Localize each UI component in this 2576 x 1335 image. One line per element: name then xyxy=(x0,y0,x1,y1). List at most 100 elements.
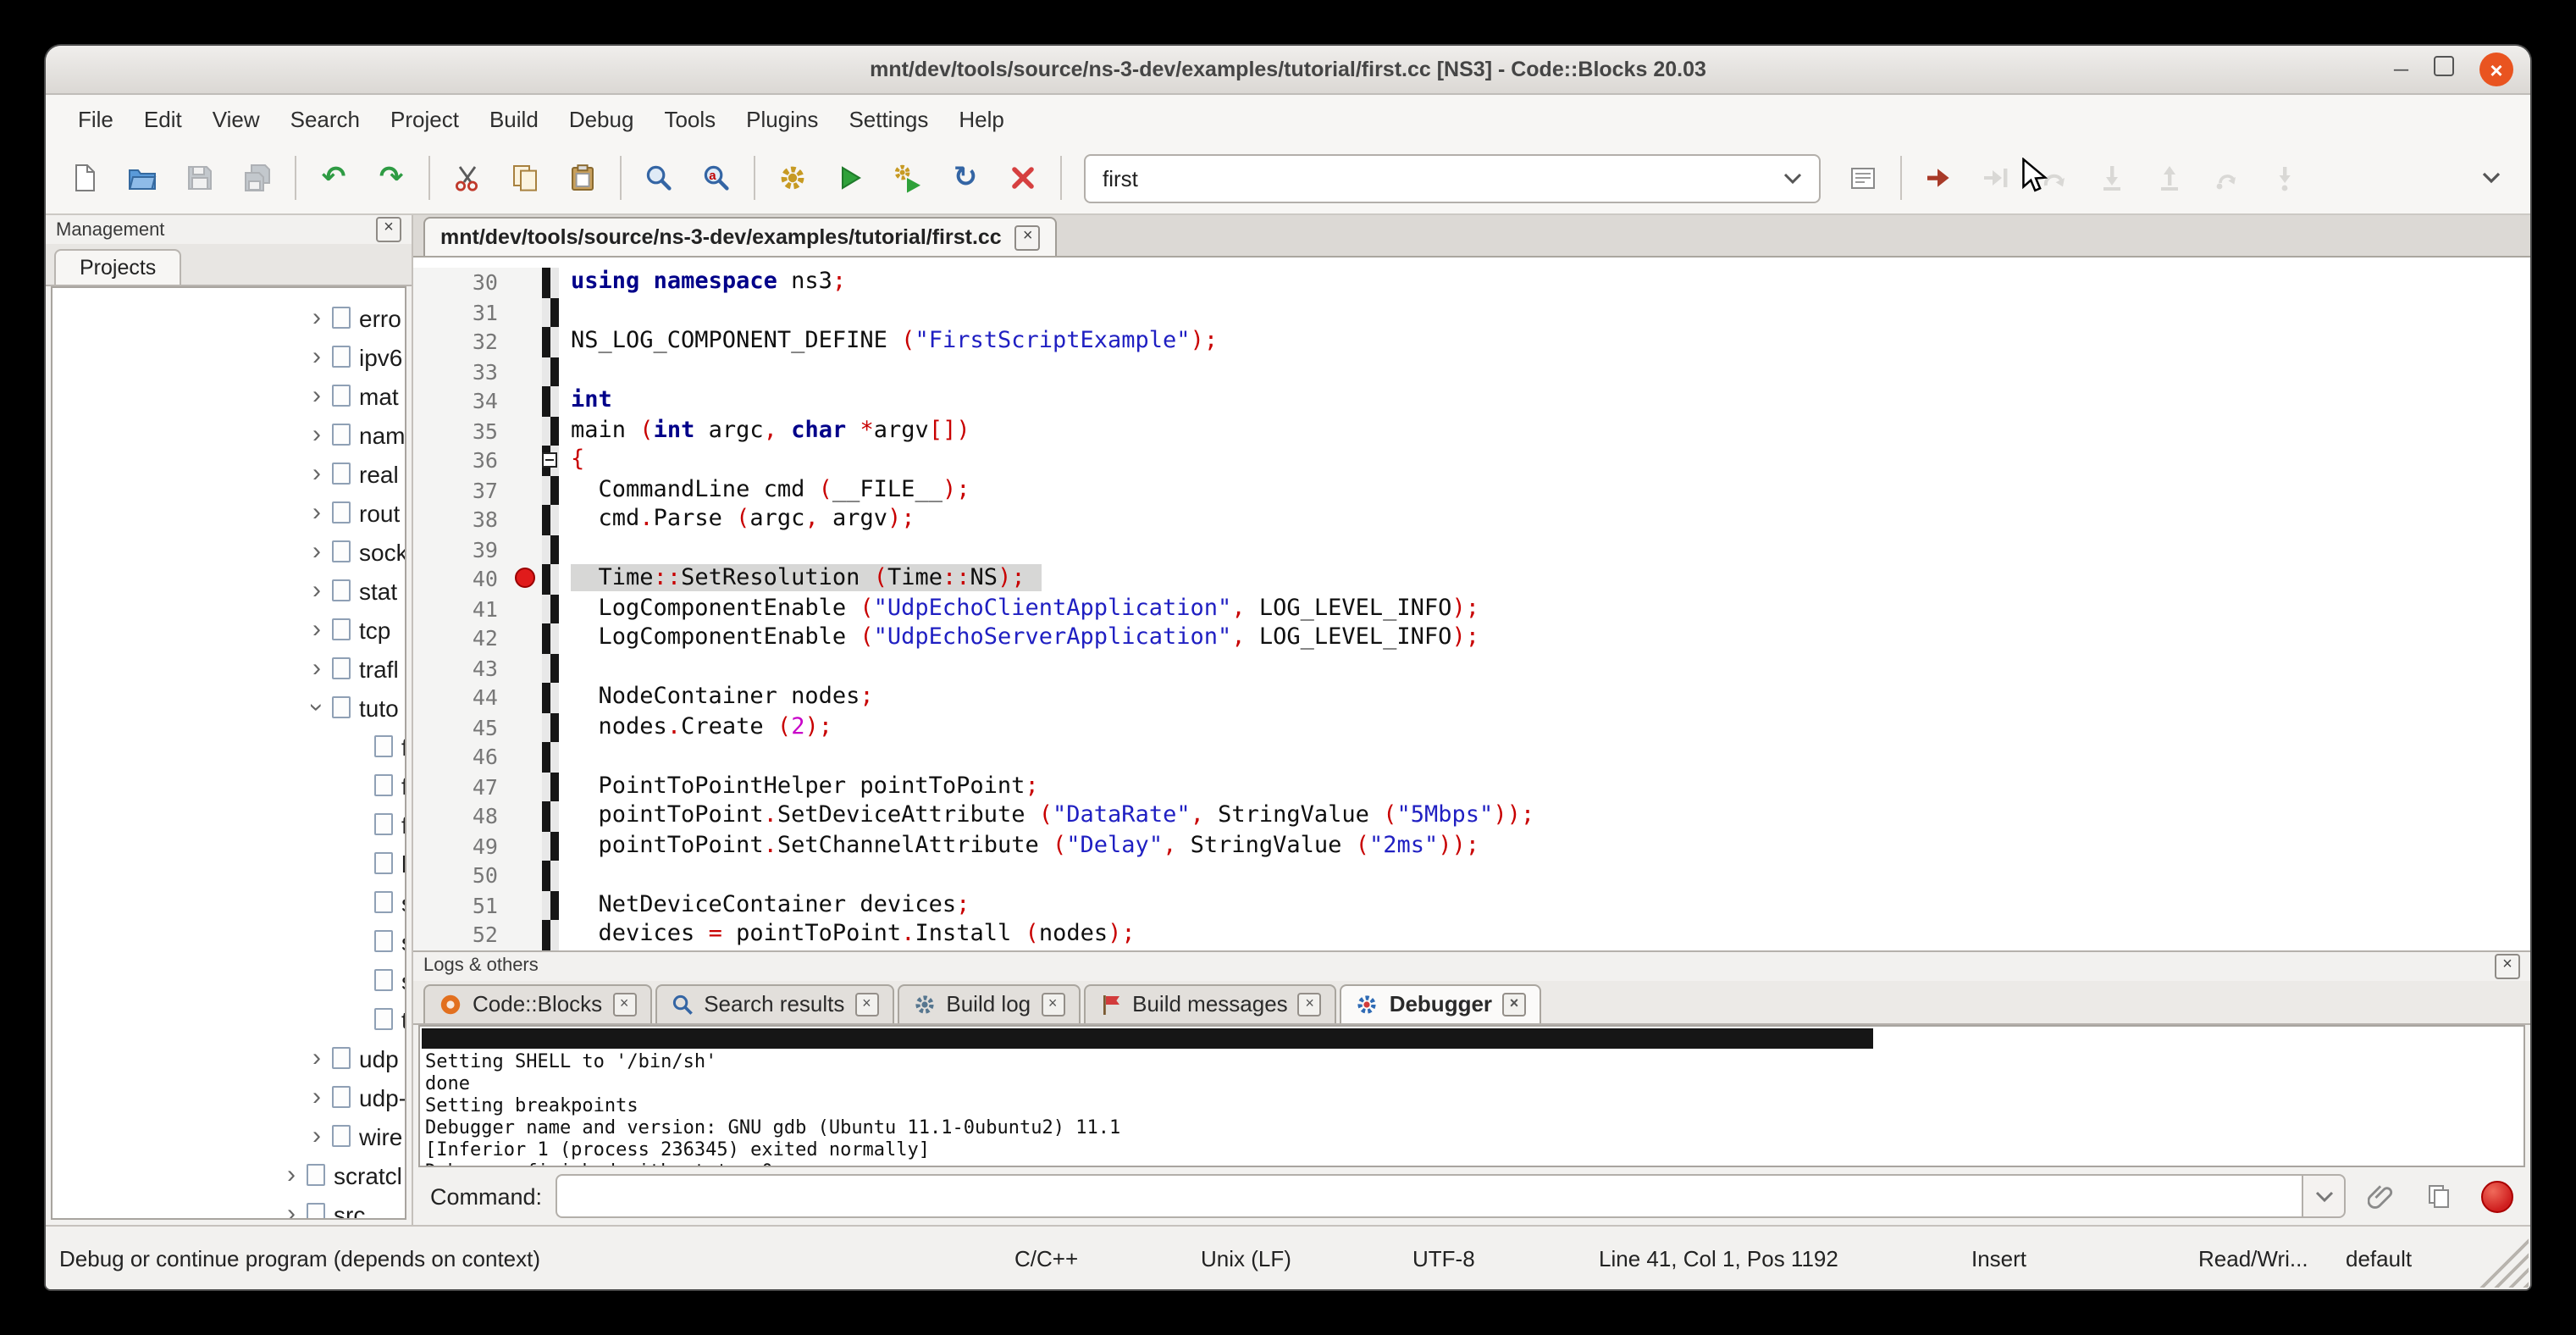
fold-margin[interactable] xyxy=(542,831,559,861)
new-file-button[interactable] xyxy=(56,151,113,205)
title-bar[interactable]: mnt/dev/tools/source/ns-3-dev/examples/t… xyxy=(46,46,2530,95)
chevron-right-icon[interactable]: › xyxy=(279,1199,303,1220)
close-button[interactable]: × xyxy=(2479,53,2513,86)
code-line[interactable]: 38 cmd.Parse (argc, argv); xyxy=(413,505,2530,535)
fold-margin[interactable] xyxy=(542,564,559,594)
fold-margin[interactable] xyxy=(542,772,559,801)
menu-plugins[interactable]: Plugins xyxy=(731,99,833,138)
tree-item-rout[interactable]: ›rout xyxy=(53,493,405,532)
run-button[interactable] xyxy=(821,151,879,205)
breakpoint-margin[interactable] xyxy=(511,594,542,623)
line-number[interactable]: 49 xyxy=(413,831,511,861)
fold-margin[interactable] xyxy=(542,535,559,564)
breakpoint-margin[interactable] xyxy=(511,535,542,564)
fold-marker-icon[interactable] xyxy=(542,452,557,468)
tree-item-fo[interactable]: fo xyxy=(53,805,405,844)
code-line[interactable]: 31 xyxy=(413,297,2530,327)
code-line[interactable]: 32NS_LOG_COMPONENT_DEFINE ("FirstScriptE… xyxy=(413,327,2530,357)
code-line[interactable]: 46 xyxy=(413,742,2530,772)
chevron-right-icon[interactable]: › xyxy=(305,1044,329,1072)
breakpoint-margin[interactable] xyxy=(511,386,542,416)
code-line[interactable]: 36{ xyxy=(413,446,2530,475)
chevron-right-icon[interactable]: › xyxy=(305,381,329,410)
breakpoint-margin[interactable] xyxy=(511,683,542,712)
code-line[interactable]: 49 pointToPoint.SetChannelAttribute ("De… xyxy=(413,831,2530,861)
breakpoint-margin[interactable] xyxy=(511,623,542,653)
minimize-button[interactable]: ─ xyxy=(2394,59,2408,80)
debugger-log[interactable]: Setting SHELL to '/bin/sh'doneSetting br… xyxy=(418,1024,2525,1167)
line-number[interactable]: 39 xyxy=(413,535,511,564)
chevron-right-icon[interactable]: › xyxy=(305,342,329,371)
chevron-right-icon[interactable]: › xyxy=(305,576,329,605)
tree-item-scratcl[interactable]: ›scratcl xyxy=(53,1155,405,1194)
breakpoint-margin[interactable] xyxy=(511,831,542,861)
tree-item-fir[interactable]: fir xyxy=(53,766,405,805)
line-number[interactable]: 47 xyxy=(413,772,511,801)
code-line[interactable]: 35main (int argc, char *argv[]) xyxy=(413,416,2530,446)
code-line[interactable]: 45 nodes.Create (2); xyxy=(413,712,2530,742)
close-icon[interactable]: × xyxy=(1298,992,1322,1016)
breakpoint-margin[interactable] xyxy=(511,297,542,327)
command-dropdown-button[interactable] xyxy=(2302,1174,2346,1218)
tab-build-log[interactable]: Build log × xyxy=(897,983,1080,1022)
tree-item-se[interactable]: se xyxy=(53,883,405,922)
line-number[interactable]: 41 xyxy=(413,594,511,623)
code-line[interactable]: 40 Time::SetResolution (Time::NS); xyxy=(413,564,2530,594)
fold-margin[interactable] xyxy=(542,653,559,683)
line-number[interactable]: 30 xyxy=(413,268,511,297)
copy-log-button[interactable] xyxy=(2417,1174,2461,1218)
menu-tools[interactable]: Tools xyxy=(649,99,731,138)
chevron-right-icon[interactable]: › xyxy=(305,537,329,566)
line-number[interactable]: 43 xyxy=(413,653,511,683)
tree-item-udp-[interactable]: ›udp- xyxy=(53,1077,405,1116)
code-line[interactable]: 39 xyxy=(413,535,2530,564)
menu-help[interactable]: Help xyxy=(943,99,1020,138)
line-number[interactable]: 37 xyxy=(413,475,511,505)
build-target-combo[interactable]: first xyxy=(1084,153,1821,202)
breakpoint-margin[interactable] xyxy=(511,890,542,920)
chevron-right-icon[interactable]: › xyxy=(305,459,329,488)
tab-codeblocks[interactable]: Code::Blocks × xyxy=(423,983,651,1022)
redo-button[interactable]: ↷ xyxy=(362,151,420,205)
cut-button[interactable] xyxy=(439,151,496,205)
editor-tab-first-cc[interactable]: mnt/dev/tools/source/ns-3-dev/examples/t… xyxy=(423,217,1058,256)
close-icon[interactable]: × xyxy=(376,217,401,242)
tree-item-he[interactable]: he xyxy=(53,844,405,883)
menu-project[interactable]: Project xyxy=(375,99,474,138)
fold-margin[interactable] xyxy=(542,861,559,890)
chevron-right-icon[interactable]: › xyxy=(305,654,329,683)
step-into-instruction-button[interactable] xyxy=(2256,151,2313,205)
breakpoint-margin[interactable] xyxy=(511,772,542,801)
attach-button[interactable] xyxy=(2359,1174,2403,1218)
line-number[interactable]: 44 xyxy=(413,683,511,712)
chevron-down-icon[interactable]: › xyxy=(302,695,331,719)
save-all-button[interactable] xyxy=(229,151,286,205)
fold-margin[interactable] xyxy=(542,505,559,535)
code-line[interactable]: 42 LogComponentEnable ("UdpEchoServerApp… xyxy=(413,623,2530,653)
tree-item-six[interactable]: six xyxy=(53,961,405,1000)
step-out-button[interactable] xyxy=(2141,151,2198,205)
tree-item-wire[interactable]: ›wire xyxy=(53,1116,405,1155)
code-line[interactable]: 33 xyxy=(413,357,2530,386)
step-into-button[interactable] xyxy=(2083,151,2141,205)
breakpoint-margin[interactable] xyxy=(511,446,542,475)
code-line[interactable]: 47 PointToPointHelper pointToPoint; xyxy=(413,772,2530,801)
resize-grip[interactable] xyxy=(2478,1237,2529,1288)
open-file-button[interactable] xyxy=(113,151,171,205)
find-button[interactable] xyxy=(630,151,688,205)
breakpoint-margin[interactable] xyxy=(511,861,542,890)
fold-margin[interactable] xyxy=(542,683,559,712)
code-line[interactable]: 50 xyxy=(413,861,2530,890)
tree-item-sock[interactable]: ›sock xyxy=(53,532,405,571)
fold-margin[interactable] xyxy=(542,712,559,742)
tree-item-stat[interactable]: ›stat xyxy=(53,571,405,610)
code-line[interactable]: 34int xyxy=(413,386,2530,416)
run-to-cursor-button[interactable] xyxy=(1968,151,2026,205)
menu-file[interactable]: File xyxy=(63,99,129,138)
fold-margin[interactable] xyxy=(542,475,559,505)
fold-margin[interactable] xyxy=(542,890,559,920)
debug-continue-button[interactable] xyxy=(1910,151,1968,205)
tree-item-src[interactable]: ›src xyxy=(53,1194,405,1220)
breakpoint-margin[interactable] xyxy=(511,327,542,357)
chevron-right-icon[interactable]: › xyxy=(305,303,329,332)
